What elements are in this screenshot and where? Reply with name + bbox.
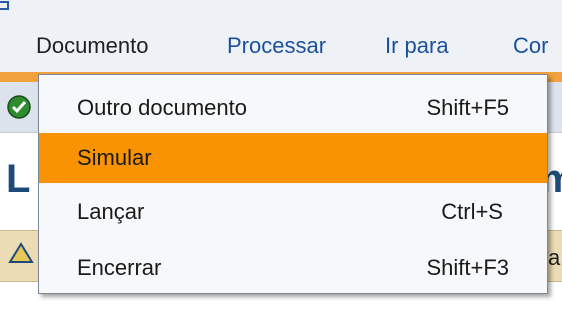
- menu-documento[interactable]: Documento: [36, 33, 149, 59]
- menu-item-simular[interactable]: Simular: [39, 133, 547, 183]
- menu-item-label: Encerrar: [77, 255, 162, 280]
- menu-item-lancar[interactable]: Lançar Ctrl+S: [39, 187, 547, 237]
- menu-item-outro-documento[interactable]: Outro documento Shift+F5: [39, 83, 547, 133]
- menu-ir-para[interactable]: Ir para: [385, 33, 449, 59]
- menu-processar[interactable]: Processar: [227, 33, 326, 59]
- toolbar-text-fragment: a: [548, 245, 561, 270]
- menu-cor[interactable]: Cor: [513, 33, 548, 59]
- toolbar-icon[interactable]: [8, 240, 34, 266]
- menu-item-encerrar[interactable]: Encerrar Shift+F3: [39, 243, 547, 293]
- documento-dropdown-menu: Outro documento Shift+F5 Simular Lançar …: [38, 74, 548, 294]
- confirm-check-icon[interactable]: [6, 94, 32, 120]
- menu-item-label: Lançar: [77, 199, 145, 224]
- page-title-fragment-left: L: [6, 157, 31, 201]
- menu-item-label: Outro documento: [77, 95, 247, 120]
- menu-item-shortcut: Shift+F5: [426, 95, 509, 120]
- menu-item-shortcut: Ctrl+S: [441, 199, 503, 224]
- menu-item-shortcut: Shift+F3: [426, 255, 509, 280]
- menu-bar: Documento Processar Ir para Cor: [0, 0, 562, 72]
- window-corner-icon: [0, 1, 9, 10]
- menu-item-label: Simular: [77, 145, 152, 170]
